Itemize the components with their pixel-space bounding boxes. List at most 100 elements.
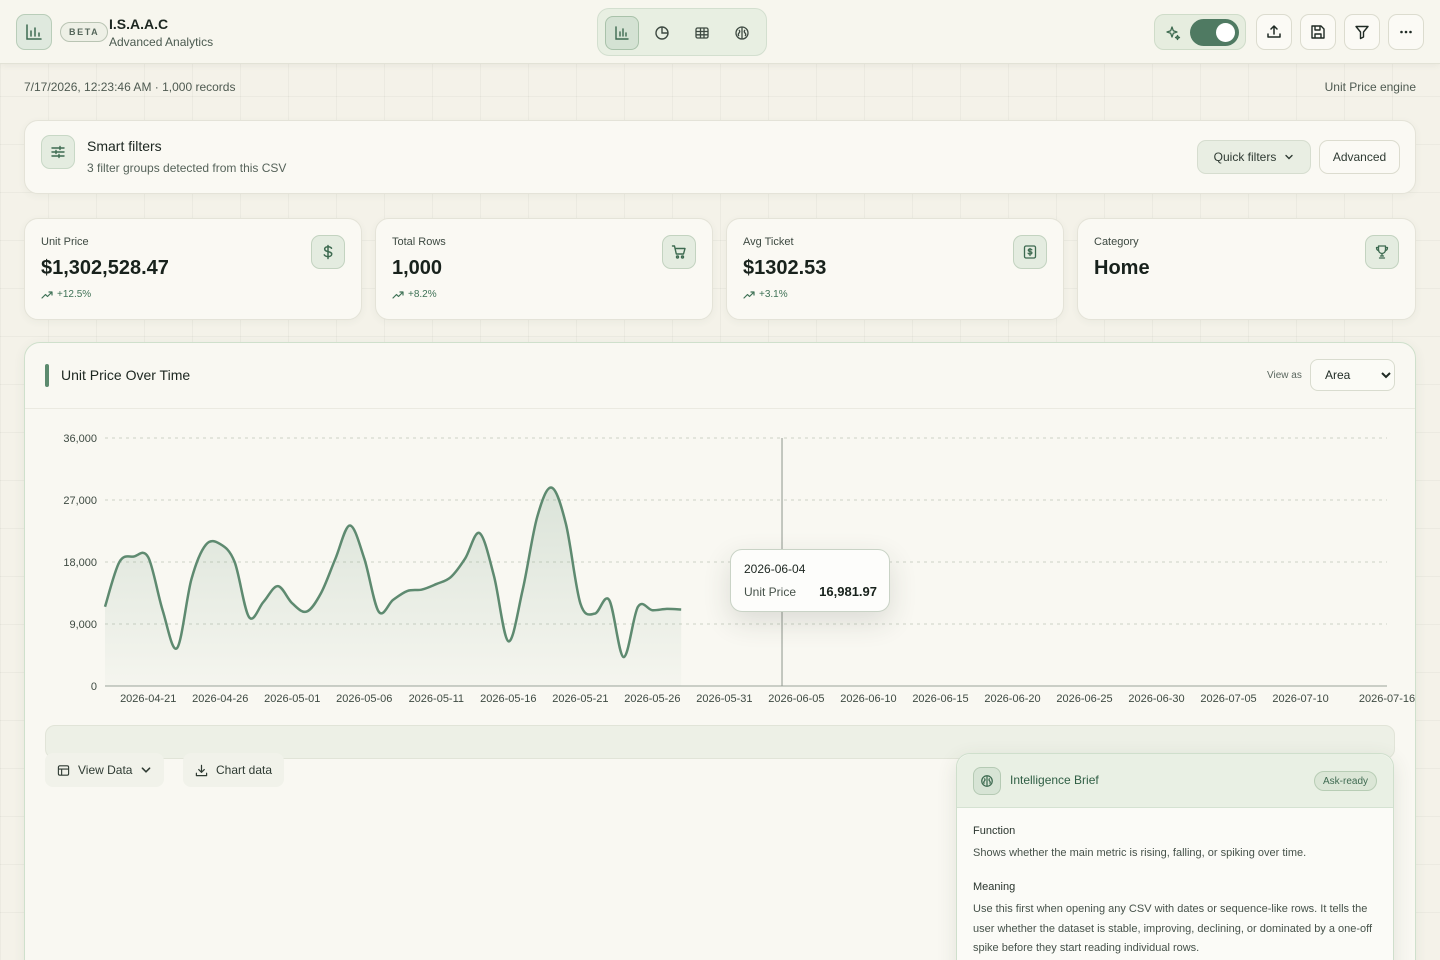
app-subtitle: Advanced Analytics	[109, 35, 214, 49]
brief-header: Intelligence Brief Ask-ready	[957, 754, 1393, 808]
x-tick-label: 2026-06-25	[1056, 693, 1112, 705]
area-chart[interactable]: 0 9,000 18,000 27,000 36,000 2026-04-21 2026-0…	[25, 423, 1415, 713]
kpi-icon-box	[311, 235, 345, 269]
view-data-button[interactable]: View Data	[45, 753, 165, 787]
brief-icon-box	[973, 767, 1001, 795]
trend-up-icon	[743, 290, 755, 299]
quick-filters-label: Quick filters	[1213, 150, 1277, 164]
table-icon	[57, 764, 70, 776]
ai-mode-group	[1154, 14, 1246, 50]
kpi-value: $1302.53	[743, 257, 827, 279]
sliders-icon	[51, 145, 65, 159]
brain-icon	[981, 775, 993, 787]
chart-data-label: Chart data	[216, 763, 273, 777]
export-button[interactable]	[1256, 14, 1292, 50]
chart-header: Unit Price Over Time View as Area	[25, 343, 1415, 409]
trend-up-icon	[392, 290, 404, 299]
y-tick-label: 36,000	[63, 433, 97, 445]
y-tick-label: 0	[91, 681, 97, 693]
series-area	[105, 487, 682, 686]
x-tick-label: 2026-05-21	[552, 693, 608, 705]
more-button[interactable]	[1388, 14, 1424, 50]
view-data-label: View Data	[78, 763, 133, 777]
kpi-card-total-rows: Total Rows 1,000 +8.2%	[375, 218, 713, 320]
kpi-value: Home	[1094, 257, 1150, 279]
view-pie-button[interactable]	[645, 16, 679, 50]
view-switcher	[597, 8, 767, 56]
x-tick-label: 2026-05-11	[409, 693, 464, 705]
filter-button[interactable]	[1344, 14, 1380, 50]
view-bar-button[interactable]	[605, 16, 639, 50]
kpi-label: Category	[1094, 236, 1139, 248]
quick-filters-button[interactable]: Quick filters	[1197, 140, 1311, 174]
trophy-icon	[1375, 245, 1389, 259]
pie-chart-icon	[655, 26, 669, 40]
x-tick-label: 2026-07-05	[1200, 693, 1256, 705]
kpi-delta-text: +12.5%	[57, 289, 92, 300]
kpi-card-category: Category Home	[1077, 218, 1416, 320]
tooltip-value: 16,981.97	[819, 584, 877, 599]
view-as-label: View as	[1267, 370, 1302, 381]
x-tick-label: 2026-07-16	[1359, 693, 1415, 705]
save-icon	[1311, 25, 1325, 39]
top-bar: BETA I.S.A.A.C Advanced Analytics	[0, 0, 1440, 64]
intelligence-brief-panel: Intelligence Brief Ask-ready Function Sh…	[956, 753, 1394, 960]
chevron-down-icon	[142, 767, 151, 773]
bar-chart-icon	[615, 26, 629, 40]
advanced-button[interactable]: Advanced	[1319, 140, 1400, 174]
smart-filters-card: Smart filters 3 filter groups detected f…	[24, 120, 1416, 194]
download-icon	[195, 764, 208, 776]
kpi-card-unit-price: Unit Price $1,302,528.47 +12.5%	[24, 218, 362, 320]
save-button[interactable]	[1300, 14, 1336, 50]
x-tick-label: 2026-06-05	[768, 693, 824, 705]
view-as-select[interactable]: Area	[1310, 359, 1395, 391]
brief-title: Intelligence Brief	[1010, 773, 1099, 787]
sparkle-icon	[1166, 26, 1181, 41]
kpi-delta-text: +8.2%	[408, 289, 437, 300]
kpi-icon-box	[1365, 235, 1399, 269]
function-text: Shows whether the main metric is rising,…	[973, 847, 1307, 859]
x-tick-label: 2026-06-30	[1128, 693, 1184, 705]
x-tick-label: 2026-06-15	[912, 693, 968, 705]
kpi-label: Unit Price	[41, 236, 89, 248]
kpi-delta-text: +3.1%	[759, 289, 788, 300]
meaning-title: Meaning	[973, 881, 1016, 893]
chevron-down-icon	[1285, 154, 1294, 160]
x-tick-label: 2026-05-26	[624, 693, 680, 705]
kpi-label: Total Rows	[392, 236, 446, 248]
tooltip-series: Unit Price	[744, 585, 797, 599]
trend-up-icon	[41, 290, 53, 299]
dollar-icon	[323, 244, 333, 260]
kpi-label: Avg Ticket	[743, 236, 794, 248]
kpi-delta: +8.2%	[392, 289, 437, 300]
toggle-knob	[1216, 23, 1235, 42]
timestamp-records: 7/17/2026, 12:23:46 AM · 1,000 records	[24, 80, 236, 94]
kpi-value: 1,000	[392, 257, 443, 279]
advanced-label: Advanced	[1332, 150, 1387, 164]
kpi-icon-box	[1013, 235, 1047, 269]
x-tick-label: 2026-06-10	[840, 693, 896, 705]
cart-icon	[671, 245, 686, 259]
x-tick-label: 2026-05-06	[336, 693, 392, 705]
x-tick-label: 2026-05-01	[264, 693, 320, 705]
app-title: I.S.A.A.C	[109, 16, 169, 32]
x-tick-label: 2026-05-16	[480, 693, 536, 705]
meaning-text: Use this first when opening any CSV with…	[973, 903, 1373, 954]
ai-toggle[interactable]	[1190, 19, 1239, 46]
tooltip-date: 2026-06-04	[744, 562, 806, 576]
y-tick-label: 18,000	[63, 557, 97, 569]
ask-ready-badge: Ask-ready	[1313, 771, 1377, 791]
chart-data-button[interactable]: Chart data	[183, 753, 285, 787]
x-tick-label: 2026-06-20	[984, 693, 1040, 705]
x-tick-label: 2026-05-31	[696, 693, 752, 705]
kpi-delta: +3.1%	[743, 289, 788, 300]
upload-icon	[1267, 25, 1281, 38]
chart-title: Unit Price Over Time	[61, 367, 191, 383]
table-icon	[695, 27, 709, 39]
function-title: Function	[973, 825, 1016, 837]
view-table-button[interactable]	[685, 16, 719, 50]
view-brain-button[interactable]	[725, 16, 759, 50]
y-tick-label: 9,000	[69, 619, 97, 631]
app-logo[interactable]	[16, 14, 52, 50]
smart-filters-subtitle: 3 filter groups detected from this CSV	[87, 161, 287, 175]
